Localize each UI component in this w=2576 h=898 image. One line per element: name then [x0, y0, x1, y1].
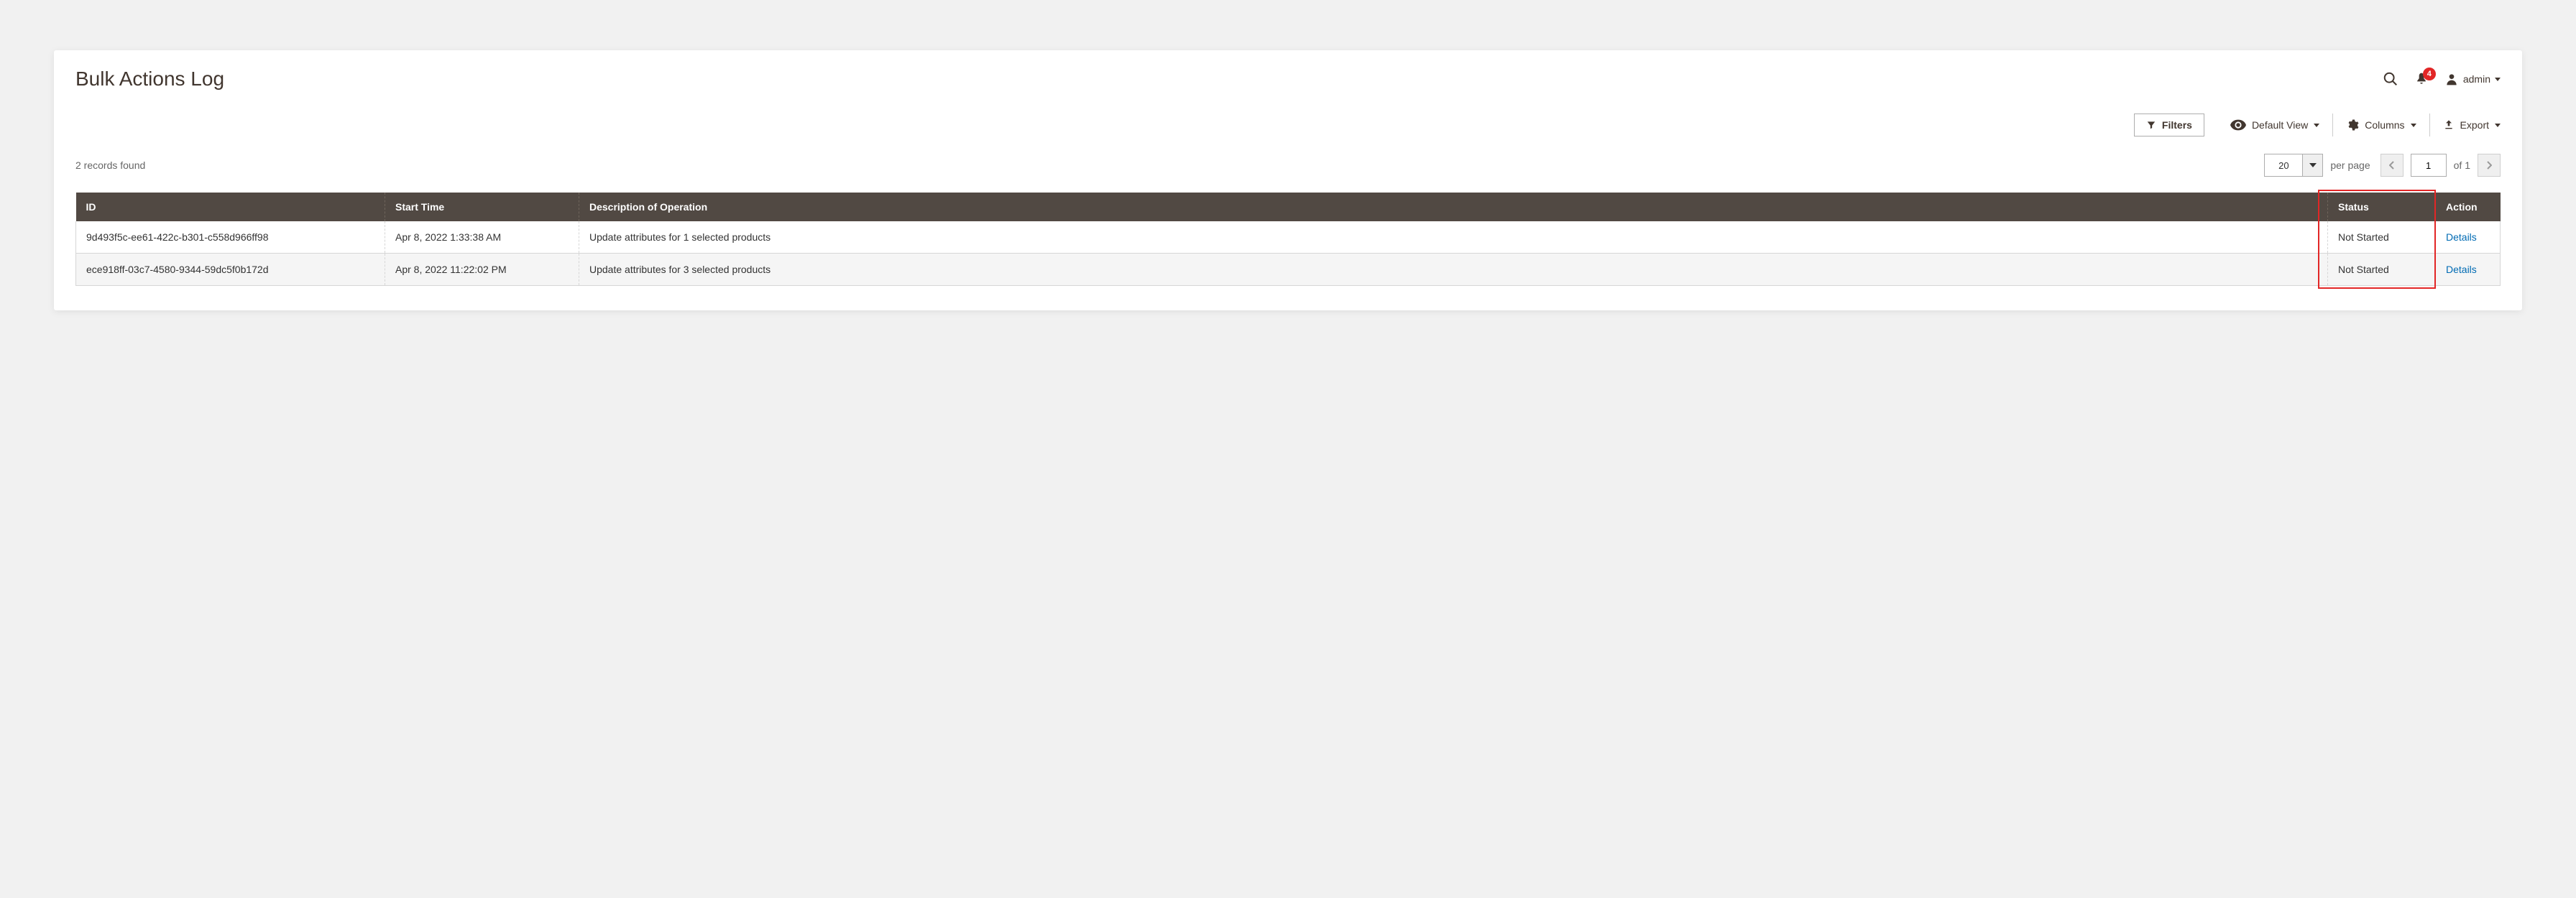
next-page-button[interactable]: [2478, 154, 2501, 177]
page-of-label: of 1: [2454, 159, 2470, 171]
per-page-select[interactable]: 20: [2264, 154, 2323, 177]
cell-action: Details: [2436, 254, 2501, 286]
table-row: 9d493f5c-ee61-422c-b301-c558d966ff98Apr …: [76, 221, 2501, 254]
table-header-row: ID Start Time Description of Operation S…: [76, 193, 2501, 221]
chevron-down-icon: [2495, 124, 2501, 127]
records-found: 2 records found: [75, 159, 145, 171]
col-header-action[interactable]: Action: [2436, 193, 2501, 221]
table-wrap: ID Start Time Description of Operation S…: [75, 193, 2501, 286]
cell-start-time: Apr 8, 2022 1:33:38 AM: [385, 221, 579, 254]
user-menu[interactable]: admin: [2444, 72, 2501, 86]
cell-status: Not Started: [2328, 254, 2436, 286]
export-button[interactable]: Export: [2443, 119, 2501, 131]
col-header-status[interactable]: Status: [2328, 193, 2436, 221]
per-page-value: 20: [2264, 154, 2303, 177]
page-wrapper: Bulk Actions Log 4 admin: [0, 0, 2576, 361]
cell-description: Update attributes for 3 selected product…: [579, 254, 2328, 286]
cell-description: Update attributes for 1 selected product…: [579, 221, 2328, 254]
data-grid: ID Start Time Description of Operation S…: [75, 193, 2501, 286]
notifications-icon[interactable]: 4: [2414, 72, 2429, 86]
per-page-control: 20 per page: [2264, 154, 2370, 177]
header-right: 4 admin: [2383, 71, 2501, 87]
list-controls: 2 records found 20 per page: [75, 154, 2501, 177]
filters-label: Filters: [2162, 119, 2192, 131]
chevron-down-icon: [2411, 124, 2416, 127]
cell-start-time: Apr 8, 2022 11:22:02 PM: [385, 254, 579, 286]
export-label: Export: [2460, 119, 2489, 131]
page-title: Bulk Actions Log: [75, 68, 224, 91]
default-view-button[interactable]: Default View: [2230, 119, 2319, 131]
cell-action: Details: [2436, 221, 2501, 254]
cell-id: ece918ff-03c7-4580-9344-59dc5f0b172d: [76, 254, 385, 286]
chevron-down-icon: [2314, 124, 2319, 127]
chevron-down-icon: [2495, 78, 2501, 81]
page-current-input[interactable]: [2411, 154, 2447, 177]
col-header-start-time[interactable]: Start Time: [385, 193, 579, 221]
col-header-description[interactable]: Description of Operation: [579, 193, 2328, 221]
per-page-label: per page: [2330, 159, 2370, 171]
notification-badge: 4: [2423, 68, 2436, 80]
default-view-label: Default View: [2252, 119, 2308, 131]
user-name: admin: [2463, 73, 2490, 85]
pager-controls: 20 per page of 1: [2264, 154, 2501, 177]
cell-status: Not Started: [2328, 221, 2436, 254]
details-link[interactable]: Details: [2446, 264, 2477, 275]
search-icon[interactable]: [2383, 71, 2398, 87]
col-header-id[interactable]: ID: [76, 193, 385, 221]
chevron-down-icon[interactable]: [2303, 154, 2323, 177]
filters-button[interactable]: Filters: [2134, 114, 2204, 136]
table-row: ece918ff-03c7-4580-9344-59dc5f0b172dApr …: [76, 254, 2501, 286]
details-link[interactable]: Details: [2446, 231, 2477, 243]
cell-id: 9d493f5c-ee61-422c-b301-c558d966ff98: [76, 221, 385, 254]
main-card: Bulk Actions Log 4 admin: [54, 50, 2522, 310]
columns-label: Columns: [2365, 119, 2404, 131]
prev-page-button[interactable]: [2380, 154, 2404, 177]
columns-button[interactable]: Columns: [2346, 119, 2416, 131]
grid-toolbar: Filters Default View Columns: [75, 112, 2501, 138]
page-header: Bulk Actions Log 4 admin: [75, 68, 2501, 91]
